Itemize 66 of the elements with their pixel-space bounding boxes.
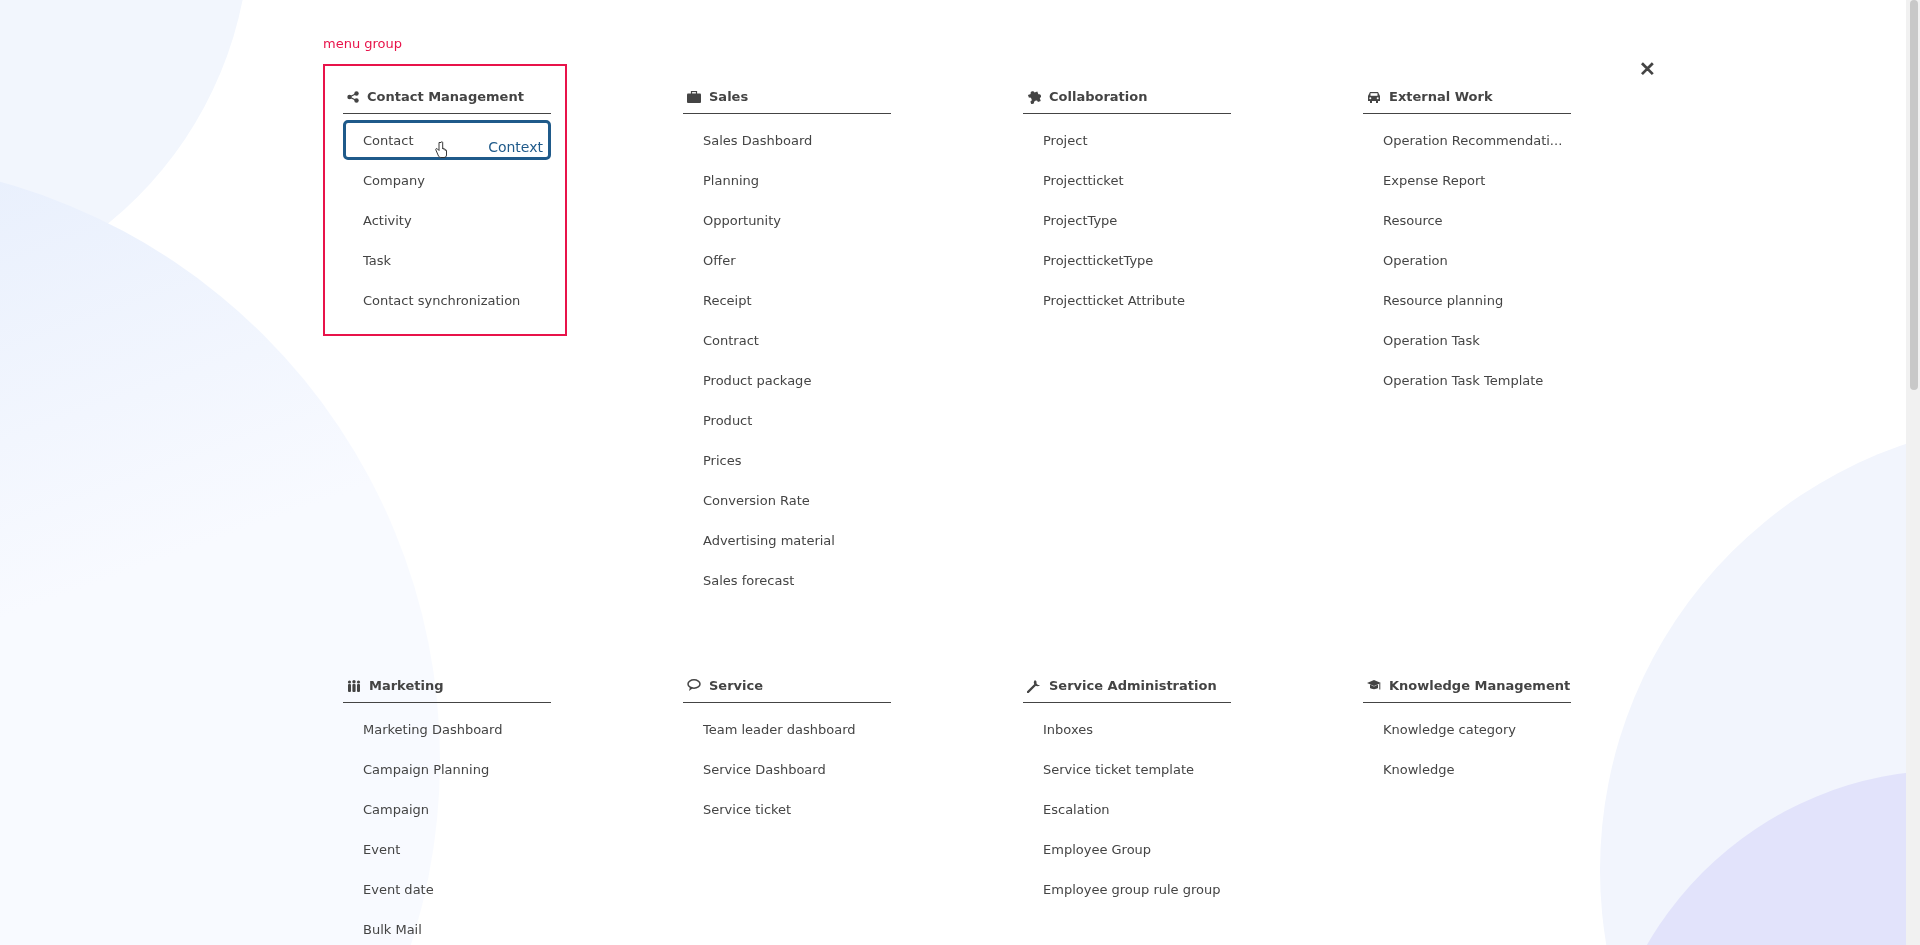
- menu-item[interactable]: Contract: [683, 320, 891, 360]
- menu-item[interactable]: Advertising material: [683, 520, 891, 560]
- group-title: Sales: [709, 89, 749, 104]
- menu-item[interactable]: Resource planning: [1363, 280, 1571, 320]
- scrollbar-thumb[interactable]: [1910, 0, 1918, 390]
- menu-item[interactable]: Knowledge category: [1363, 709, 1571, 749]
- menu-item[interactable]: Employee Group: [1023, 829, 1231, 869]
- menu-item[interactable]: Product package: [683, 360, 891, 400]
- menu-item[interactable]: Product: [683, 400, 891, 440]
- puzzle-icon: [1027, 89, 1041, 104]
- menu-item[interactable]: Employee group rule group: [1023, 869, 1231, 909]
- menu-item[interactable]: Resource: [1363, 200, 1571, 240]
- menu-item[interactable]: Operation Task Template: [1363, 360, 1571, 400]
- group-title: Collaboration: [1049, 89, 1148, 104]
- briefcase-icon: [687, 90, 701, 103]
- hand-cursor-icon: [434, 141, 448, 159]
- menu-item[interactable]: Team leader dashboard: [683, 709, 891, 749]
- menu-item[interactable]: Escalation: [1023, 789, 1231, 829]
- menu-item[interactable]: Campaign: [343, 789, 551, 829]
- menu-item[interactable]: Projectticket: [1023, 160, 1231, 200]
- menu-item[interactable]: Receipt: [683, 280, 891, 320]
- menu-item[interactable]: Event date: [343, 869, 551, 909]
- menu-item[interactable]: Activity: [343, 200, 551, 240]
- group-title: Marketing: [369, 678, 444, 693]
- car-icon: [1367, 90, 1381, 103]
- menu-item[interactable]: Inboxes: [1023, 709, 1231, 749]
- menu-item[interactable]: Operation Recommendati...: [1363, 120, 1571, 160]
- close-button[interactable]: ✕: [1632, 54, 1662, 84]
- menu-item[interactable]: Offer: [683, 240, 891, 280]
- group-title: Service Administration: [1049, 678, 1217, 693]
- chat-bubble-icon: [687, 679, 701, 692]
- group-title: Knowledge Management: [1389, 678, 1571, 693]
- menu-item[interactable]: Prices: [683, 440, 891, 480]
- menu-item[interactable]: Operation: [1363, 240, 1571, 280]
- group-title: Service: [709, 678, 764, 693]
- wrench-icon: [1027, 678, 1041, 693]
- menu-item[interactable]: Planning: [683, 160, 891, 200]
- menu-item[interactable]: Projectticket Attribute: [1023, 280, 1231, 320]
- graduation-cap-icon: [1367, 679, 1381, 692]
- context-label: Context: [488, 139, 543, 155]
- menu-item[interactable]: ProjectticketType: [1023, 240, 1231, 280]
- menu-item[interactable]: Knowledge: [1363, 749, 1571, 789]
- share-icon: [347, 90, 359, 103]
- menu-item[interactable]: Expense Report: [1363, 160, 1571, 200]
- annotation-label: menu group: [323, 36, 403, 51]
- menu-item[interactable]: Marketing Dashboard: [343, 709, 551, 749]
- menu-item[interactable]: Contact Context: [343, 120, 551, 160]
- menu-item[interactable]: Sales Dashboard: [683, 120, 891, 160]
- menu-item[interactable]: Bulk Mail: [343, 909, 551, 945]
- menu-item[interactable]: Opportunity: [683, 200, 891, 240]
- menu-item[interactable]: Task: [343, 240, 551, 280]
- group-title: External Work: [1389, 89, 1493, 104]
- menu-item[interactable]: Event: [343, 829, 551, 869]
- menu-item[interactable]: Contact synchronization: [343, 280, 551, 320]
- menu-item[interactable]: Service ticket template: [1023, 749, 1231, 789]
- menu-item[interactable]: ProjectType: [1023, 200, 1231, 240]
- menu-item[interactable]: Service ticket: [683, 789, 891, 829]
- menu-item[interactable]: Company: [343, 160, 551, 200]
- group-title: Contact Management: [367, 89, 524, 104]
- menu-item[interactable]: Service Dashboard: [683, 749, 891, 789]
- menu-item[interactable]: Conversion Rate: [683, 480, 891, 520]
- menu-item[interactable]: Sales forecast: [683, 560, 891, 600]
- menu-item[interactable]: Project: [1023, 120, 1231, 160]
- menu-item[interactable]: Campaign Planning: [343, 749, 551, 789]
- menu-item[interactable]: Operation Task: [1363, 320, 1571, 360]
- people-icon: [347, 679, 361, 692]
